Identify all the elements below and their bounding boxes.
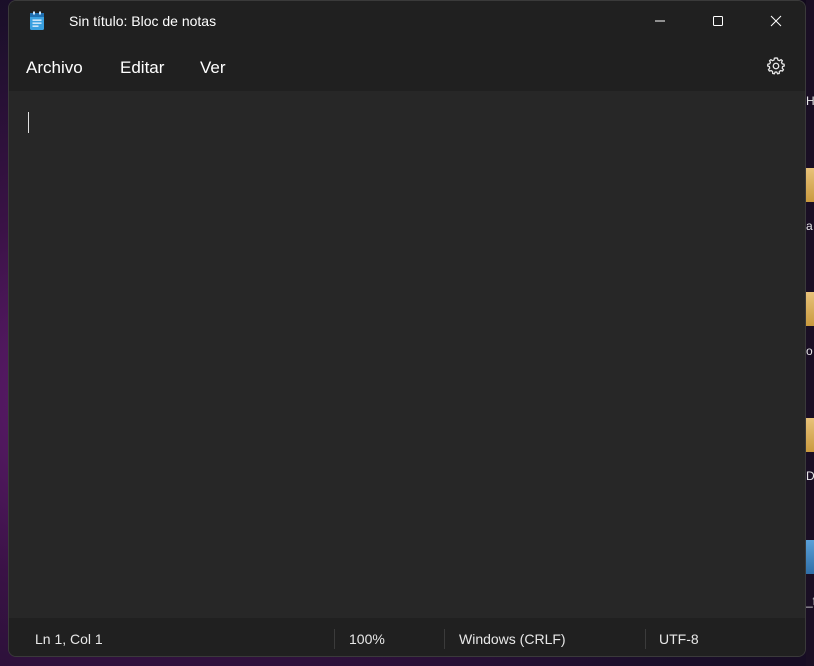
settings-button[interactable] [765,55,787,77]
desktop-file-icon[interactable] [806,540,814,574]
text-editor[interactable] [9,91,805,618]
encoding: UTF-8 [659,631,699,647]
status-divider [444,629,445,649]
close-icon [770,15,782,27]
notepad-icon [29,11,45,31]
title-bar[interactable]: Sin título: Bloc de notas [9,1,805,41]
status-bar: Ln 1, Col 1 100% Windows (CRLF) UTF-8 [9,618,805,656]
desktop-folder-icon[interactable] [806,292,814,326]
desktop-icon-label: a [806,219,813,233]
gear-icon [766,57,785,75]
desktop-folder-icon[interactable] [806,168,814,202]
status-divider [645,629,646,649]
text-caret [28,112,29,133]
maximize-button[interactable] [695,1,741,41]
minimize-icon [655,20,665,22]
menu-bar: Archivo Editar Ver [9,41,805,91]
cursor-position: Ln 1, Col 1 [35,631,103,647]
desktop-icon-label: _f [806,594,814,608]
desktop-icon-label: o [806,344,813,358]
menu-ver[interactable]: Ver [200,58,226,78]
desktop-folder-icon[interactable] [806,418,814,452]
line-ending: Windows (CRLF) [459,631,566,647]
menu-editar[interactable]: Editar [120,58,164,78]
status-divider [334,629,335,649]
maximize-icon [713,16,723,26]
minimize-button[interactable] [637,1,683,41]
menu-archivo[interactable]: Archivo [26,58,83,78]
close-button[interactable] [753,1,799,41]
desktop-icon-label: D [806,469,814,483]
window-title: Sin título: Bloc de notas [69,13,217,29]
notepad-window: Sin título: Bloc de notas Archivo Editar… [8,0,806,657]
desktop-icon-label: H [806,94,814,108]
zoom-level: 100% [349,631,385,647]
